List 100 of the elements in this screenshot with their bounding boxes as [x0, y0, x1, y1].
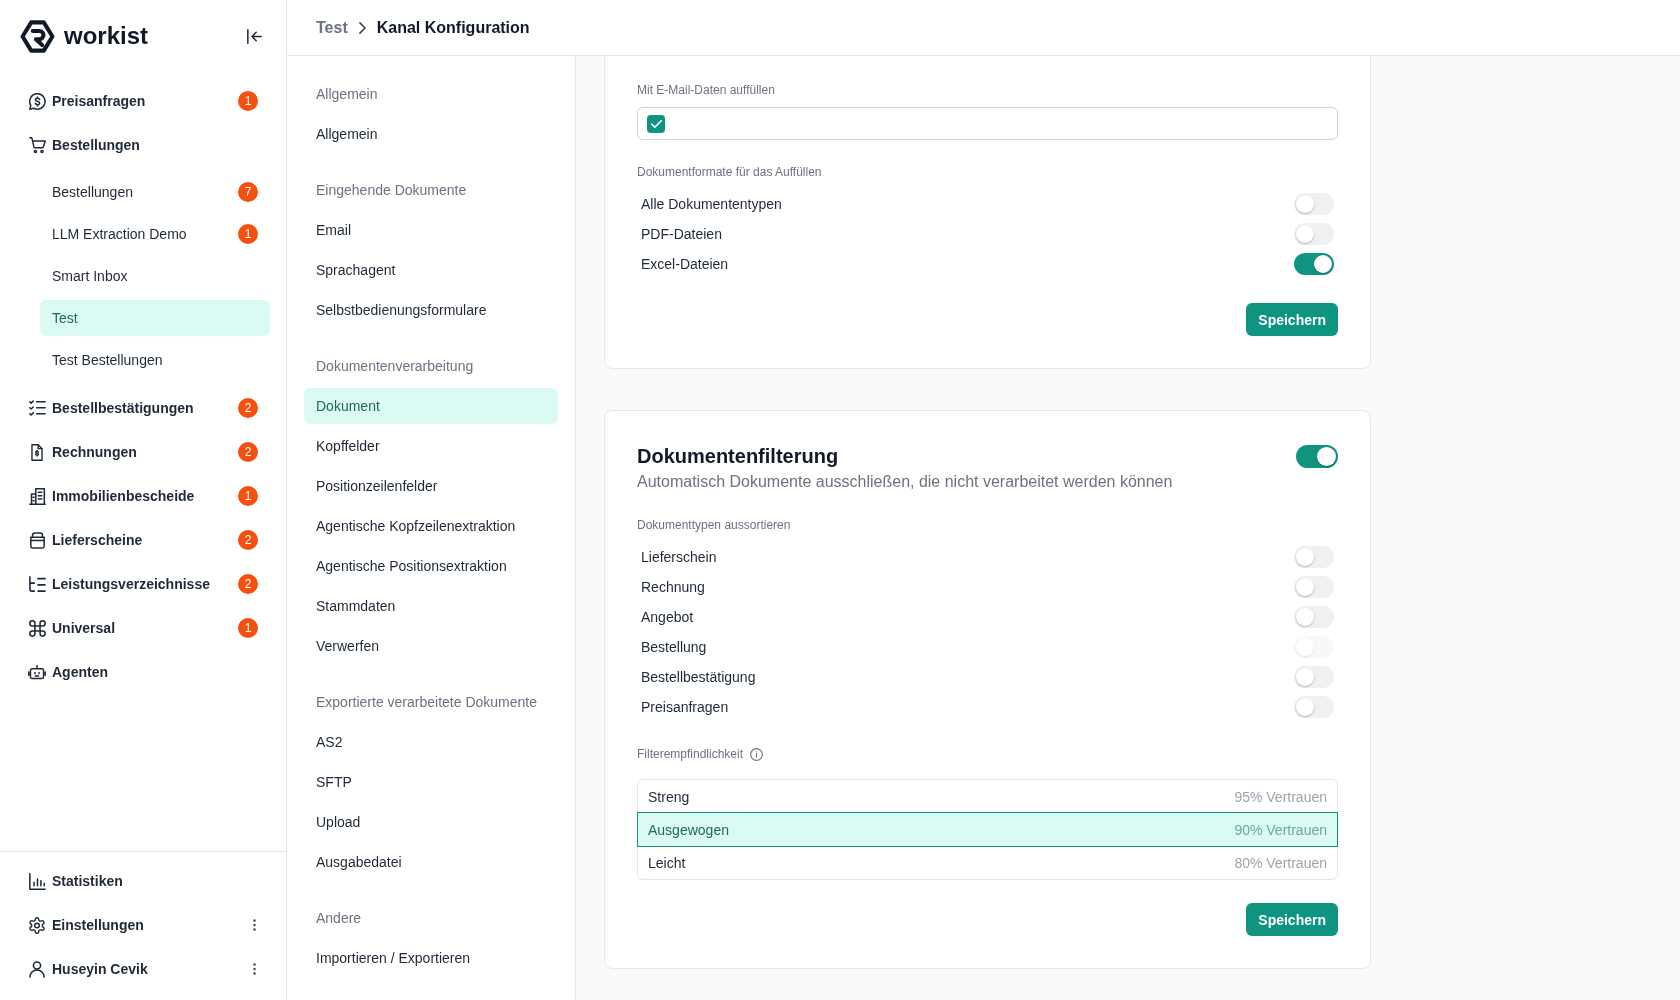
settings-nav-item[interactable]: Agentische Positionsextraktion [304, 548, 558, 584]
toggle-switch[interactable] [1294, 576, 1334, 598]
settings-nav-item[interactable]: Agentische Kopfzeilenextraktion [304, 508, 558, 544]
save-button[interactable]: Speichern [1246, 303, 1338, 336]
settings-nav-item[interactable]: SFTP [304, 764, 558, 800]
sidebar-subitem[interactable]: Test Bestellungen [40, 342, 270, 378]
field-label: Filterempfindlichkeit [637, 746, 744, 762]
sidebar-item[interactable]: Agenten [16, 654, 270, 690]
box-icon [29, 531, 45, 549]
option-label: Streng [648, 787, 690, 807]
checkbox[interactable] [647, 114, 665, 133]
toggle-switch[interactable] [1294, 193, 1334, 215]
robot-icon [28, 664, 46, 680]
count-badge: 2 [238, 530, 258, 550]
breadcrumb-current: Kanal Konfiguration [376, 17, 530, 38]
toggle-switch[interactable] [1294, 606, 1334, 628]
checklist-icon [28, 400, 46, 416]
more-icon[interactable] [253, 963, 256, 975]
sidebar-item[interactable]: Leistungsverzeichnisse [16, 566, 234, 602]
toggle-switch[interactable] [1294, 253, 1334, 275]
settings-nav-item[interactable]: Verwerfen [304, 628, 558, 664]
sidebar-subitem[interactable]: Smart Inbox [40, 258, 270, 294]
option-label: PDF-Dateien [641, 225, 722, 244]
toggle-switch[interactable] [1294, 546, 1334, 568]
count-badge: 2 [238, 398, 258, 418]
sensitivity-option[interactable]: Ausgewogen 90% Vertrauen [638, 813, 1337, 846]
logo-icon [20, 19, 55, 53]
settings-nav-item[interactable]: Allgemein [304, 116, 558, 152]
option-label: Ausgewogen [648, 820, 729, 840]
settings-nav-item[interactable]: Positionzeilenfelder [304, 468, 558, 504]
count-badge: 1 [238, 91, 258, 111]
sidebar-subitem[interactable]: Test [40, 300, 270, 336]
chat-dollar-icon [28, 92, 46, 110]
count-badge: 2 [238, 574, 258, 594]
option-label: Excel-Dateien [641, 255, 729, 274]
settings-nav-item[interactable]: Kopffelder [304, 428, 558, 464]
more-icon[interactable] [253, 919, 256, 931]
toggle-switch[interactable] [1294, 223, 1334, 245]
count-badge: 2 [238, 442, 258, 462]
section-heading: Allgemein [315, 85, 379, 104]
option-label: Alle Dokumententypen [641, 195, 782, 214]
field-label: Dokumentformate für das Auffüllen [637, 164, 823, 180]
field-label: Mit E-Mail-Daten auffüllen [637, 82, 776, 98]
section-heading: Eingehende Dokumente [315, 181, 468, 200]
sidebar-item[interactable]: Huseyin Cevik [16, 951, 253, 987]
toggle-switch[interactable] [1294, 696, 1334, 718]
settings-nav-item[interactable]: AS2 [304, 724, 558, 760]
sidebar-item[interactable]: Preisanfragen [16, 83, 234, 119]
sidebar-item[interactable]: Immobilienbescheide [16, 478, 234, 514]
option-label: Angebot [641, 608, 694, 627]
sidebar-subitem[interactable]: LLM Extraction Demo [40, 216, 234, 252]
confidence-text: 80% Vertrauen [1234, 853, 1327, 873]
logo-wordmark: workist [64, 21, 149, 51]
check-icon [650, 119, 662, 128]
settings-nav-item[interactable]: Email [304, 212, 558, 248]
confidence-text: 90% Vertrauen [1234, 820, 1327, 840]
settings-nav-item[interactable]: Importieren / Exportieren [304, 940, 558, 976]
sensitivity-option[interactable]: Streng 95% Vertrauen [638, 780, 1337, 813]
info-icon [750, 747, 764, 761]
settings-nav-item[interactable]: Dokument [304, 388, 558, 424]
sidebar-item[interactable]: Lieferscheine [16, 522, 234, 558]
sidebar-subitem[interactable]: Bestellungen [40, 174, 234, 210]
sidebar-item[interactable]: Einstellungen [16, 907, 253, 943]
option-label: Bestellbestätigung [641, 668, 756, 687]
sidebar-item[interactable]: Statistiken [16, 863, 270, 899]
count-badge: 1 [238, 224, 258, 244]
count-badge: 1 [238, 486, 258, 506]
save-button[interactable]: Speichern [1246, 903, 1338, 936]
option-label: Lieferschein [641, 548, 717, 567]
sidebar-item[interactable]: Rechnungen [16, 434, 234, 470]
section-heading: Andere [315, 909, 363, 928]
settings-nav-item[interactable]: Stammdaten [304, 588, 558, 624]
list-tree-icon [28, 576, 46, 592]
breadcrumb-link[interactable]: Test [316, 15, 348, 40]
sidebar-item[interactable]: Bestellbestätigungen [16, 390, 234, 426]
sidebar-item[interactable]: Universal [16, 610, 234, 646]
card-title: Dokumentenfilterung [637, 444, 839, 469]
sensitivity-option[interactable]: Leicht 80% Vertrauen [638, 846, 1337, 879]
building-icon [28, 487, 46, 505]
card-subtitle: Automatisch Dokumente ausschließen, die nicht verarbeitet werden können [637, 472, 1174, 492]
count-badge: 7 [238, 182, 258, 202]
toggle-switch[interactable] [1294, 666, 1334, 688]
cart-icon [28, 136, 46, 154]
bar-chart-icon [28, 872, 46, 890]
option-label: Preisanfragen [641, 698, 729, 717]
section-heading: Exportierte verarbeitete Dokumente [315, 693, 538, 712]
option-label: Rechnung [641, 578, 705, 597]
collapse-icon[interactable] [247, 28, 262, 44]
count-badge: 1 [238, 618, 258, 638]
sidebar-item[interactable]: Bestellungen [16, 127, 270, 163]
settings-icon [29, 916, 45, 934]
option-label: Leicht [648, 853, 686, 873]
toggle-switch[interactable] [1296, 444, 1338, 468]
settings-nav-item[interactable]: Ausgabedatei [304, 844, 558, 880]
option-label: Bestellung [641, 638, 707, 657]
settings-nav-item[interactable]: Sprachagent [304, 252, 558, 288]
settings-nav-item[interactable]: Selbstbedienungsformulare [304, 292, 558, 328]
section-heading: Dokumentenverarbeitung [315, 357, 475, 376]
settings-nav-item[interactable]: Upload [304, 804, 558, 840]
chevron-right-icon [358, 21, 366, 34]
